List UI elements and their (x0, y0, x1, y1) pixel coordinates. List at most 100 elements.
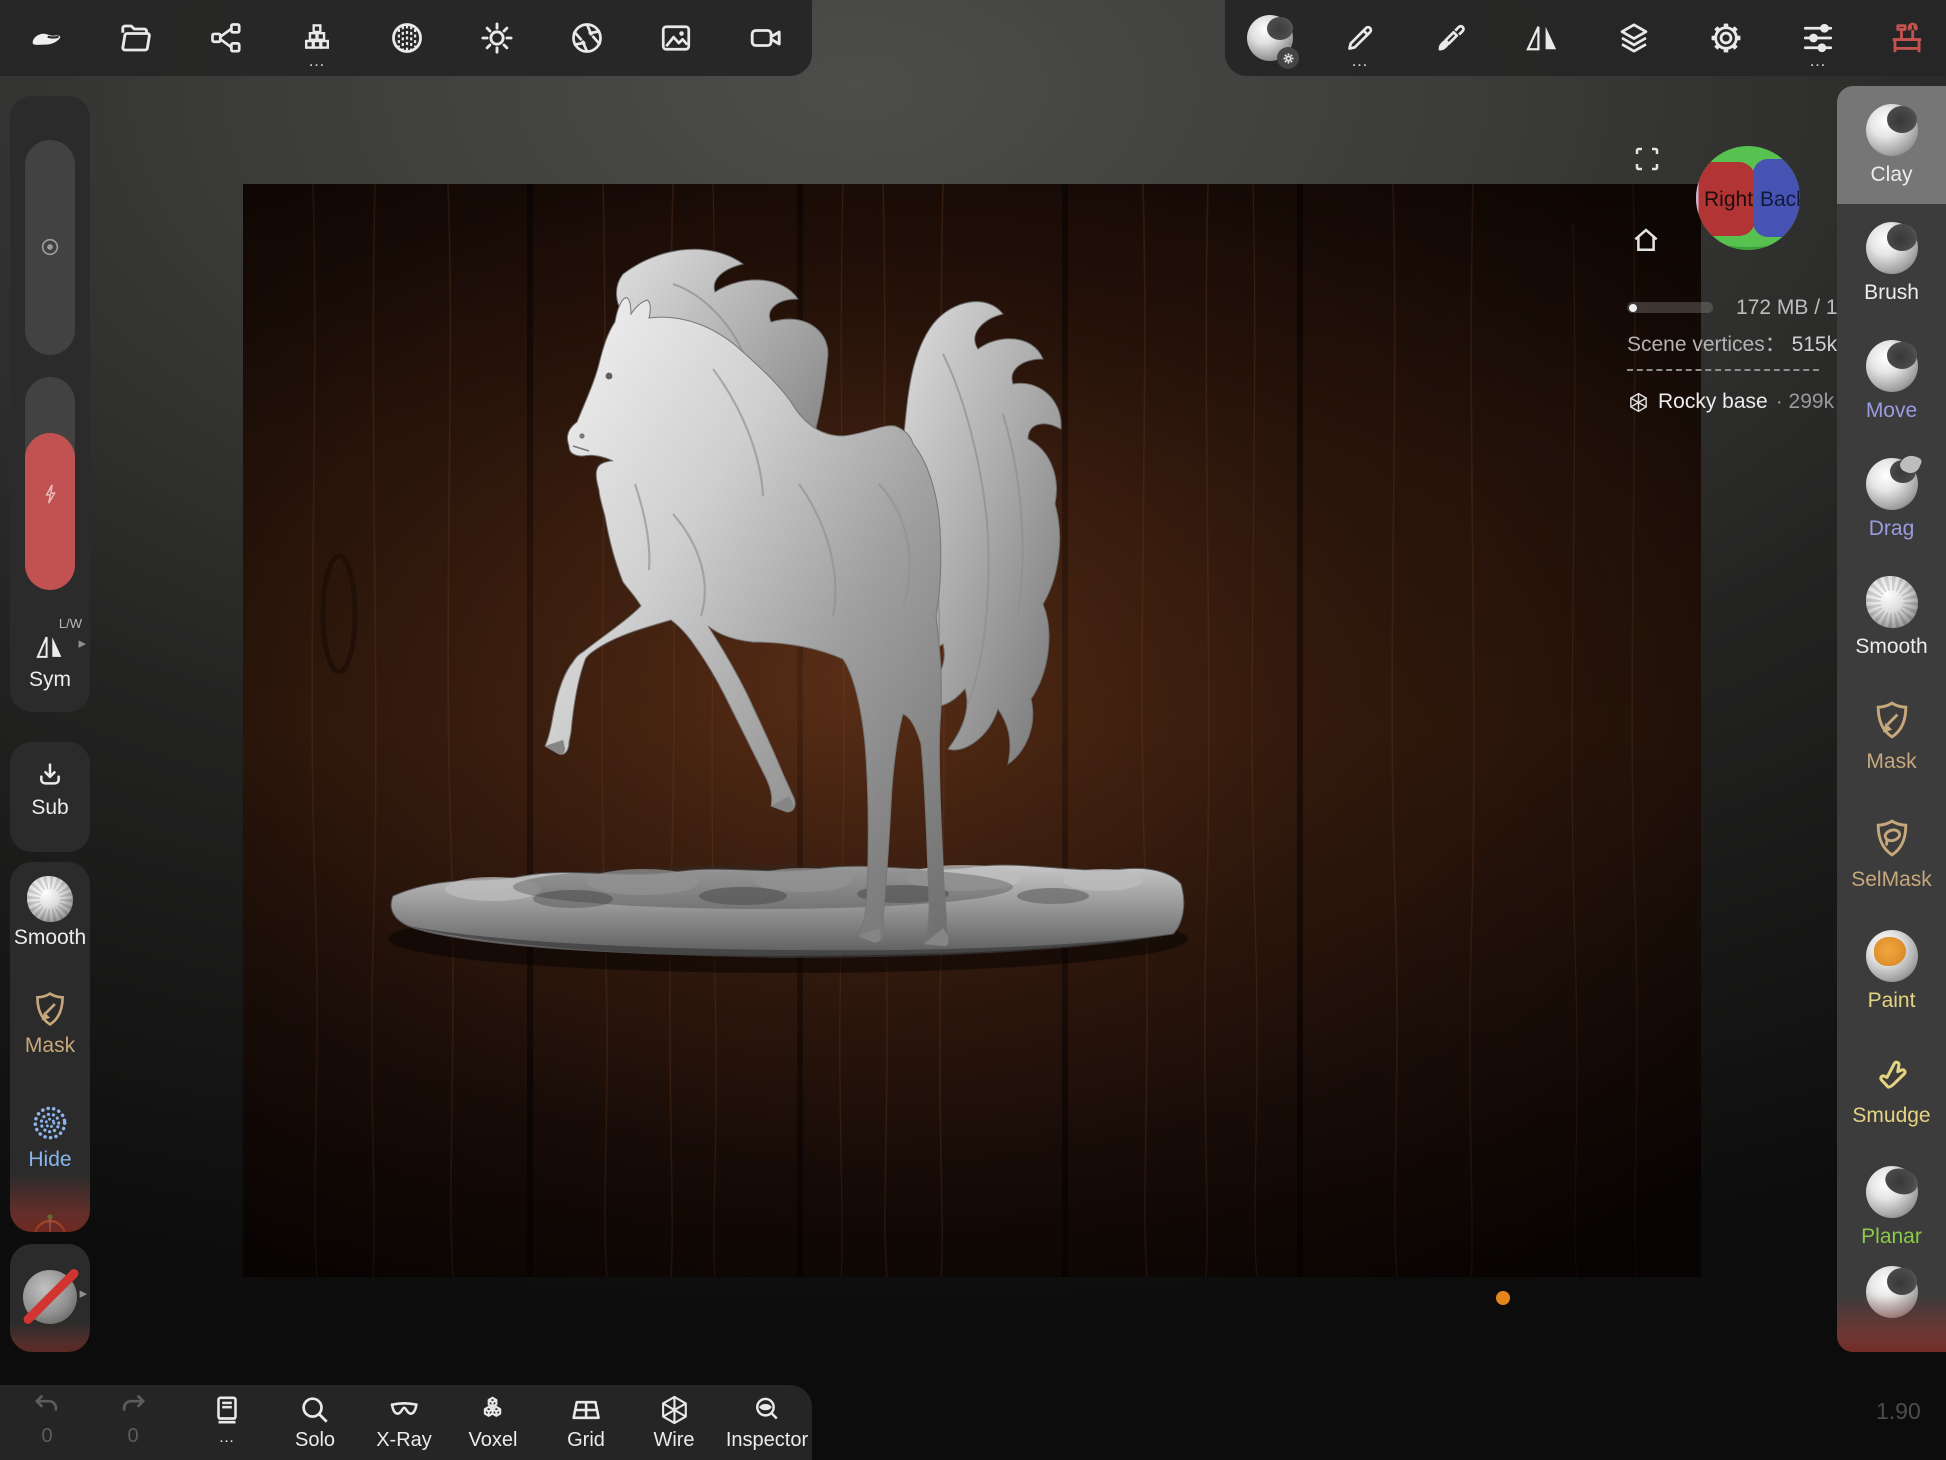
quick-tool-mask[interactable]: Mask (10, 988, 90, 1058)
tool-paint[interactable]: Paint (1837, 912, 1946, 1030)
hud-divider (1627, 369, 1819, 371)
mesh-sphere-icon[interactable] (389, 20, 425, 56)
brush-ball-icon (1866, 222, 1918, 274)
files-icon[interactable] (118, 20, 154, 56)
selmask-shield-icon (1869, 815, 1915, 861)
tool-mask[interactable]: Mask (1837, 676, 1946, 794)
quick-tool-gizmo-partial[interactable] (10, 1210, 90, 1232)
symmetry-expand-chevron[interactable]: ▸ (78, 636, 86, 651)
sub-button[interactable]: Sub (10, 760, 90, 820)
journal-more-indicator: … (210, 1429, 244, 1447)
tool-clay-label: Clay (1870, 163, 1912, 187)
tool-brush-label: Brush (1864, 281, 1919, 305)
postprocess-aperture-icon[interactable] (569, 20, 605, 56)
paintbrush-icon[interactable] (1433, 20, 1469, 56)
sculpt-viewport[interactable] (243, 184, 1701, 1277)
gizmo-back-label: Back (1760, 188, 1801, 211)
toolbox-icon[interactable] (1888, 19, 1926, 57)
sliders-more-indicator: … (1809, 56, 1827, 66)
paint-ball-icon (1866, 930, 1918, 982)
wire-button[interactable]: Wire (653, 1393, 694, 1452)
wireframe-icon (657, 1393, 691, 1427)
quick-tools-panel: Smooth Mask Hide (10, 862, 90, 1232)
quick-tool-smooth[interactable]: Smooth (10, 876, 90, 950)
stroke-settings-panel: L/W Sym ▸ (10, 96, 90, 712)
object-name: Rocky base (1658, 390, 1768, 414)
inspector-label: Inspector (726, 1429, 808, 1452)
sub-panel: Sub (10, 742, 90, 852)
mesh-object-icon (1627, 391, 1650, 414)
tool-selmask-label: SelMask (1851, 868, 1932, 892)
scene-graph-icon[interactable] (208, 20, 244, 56)
layers-icon[interactable] (1616, 20, 1652, 56)
smudge-finger-icon (1869, 1051, 1915, 1097)
memory-usage-bar (1627, 302, 1713, 313)
tool-move-label: Move (1866, 399, 1917, 423)
smooth-ball-icon (1866, 576, 1918, 628)
nomad-logo[interactable] (26, 18, 66, 58)
quick-hide-label: Hide (10, 1148, 90, 1172)
tool-smooth-label: Smooth (1855, 635, 1927, 659)
camera-video-icon[interactable] (748, 20, 784, 56)
settings-gear-icon[interactable] (1708, 20, 1744, 56)
tool-drag[interactable]: Drag (1837, 440, 1946, 558)
background-image-icon[interactable] (658, 20, 694, 56)
xray-button[interactable]: X-Ray (376, 1393, 432, 1452)
smooth-ball-icon (27, 876, 73, 922)
voxel-label: Voxel (469, 1429, 518, 1452)
selected-object-row[interactable]: Rocky base · 299k (1627, 390, 1834, 414)
material-matcap-button[interactable] (1247, 15, 1293, 61)
intensity-icon (40, 482, 60, 506)
top-right-toolbar: … (1225, 0, 1946, 76)
solo-magnifier-icon (298, 1393, 332, 1427)
app-version: 1.90 (1876, 1398, 1921, 1425)
symmetry-mirror-icon[interactable] (1524, 20, 1560, 56)
quick-mask-label: Mask (10, 1034, 90, 1058)
notification-dot (1496, 1291, 1510, 1305)
grid-button[interactable]: Grid (567, 1393, 605, 1452)
redo-button[interactable]: 0 (116, 1393, 150, 1448)
topology-more-indicator: … (308, 56, 326, 66)
viewport-scene (243, 184, 1701, 1277)
lighting-sun-icon[interactable] (479, 20, 515, 56)
symmetry-icon (33, 630, 67, 664)
tool-planar[interactable]: Planar (1837, 1148, 1946, 1266)
xray-label: X-Ray (376, 1429, 432, 1452)
inspector-eye-icon (750, 1393, 784, 1427)
tool-move[interactable]: Move (1837, 322, 1946, 440)
undo-button[interactable]: 0 (30, 1393, 64, 1448)
intensity-slider[interactable] (25, 377, 75, 590)
tool-clay[interactable]: Clay (1837, 86, 1946, 204)
home-view-icon[interactable] (1630, 224, 1662, 256)
radius-slider[interactable] (25, 140, 75, 355)
inspector-button[interactable]: Inspector (726, 1393, 808, 1452)
solo-label: Solo (295, 1429, 335, 1452)
orientation-gizmo[interactable]: Right Back (1695, 145, 1801, 251)
tool-smudge[interactable]: Smudge (1837, 1030, 1946, 1148)
mask-shield-icon (29, 988, 71, 1030)
fullscreen-icon[interactable] (1632, 144, 1662, 174)
tool-smudge-label: Smudge (1852, 1104, 1930, 1128)
matcap-crescent (1267, 17, 1293, 40)
tool-brush[interactable]: Brush (1837, 204, 1946, 322)
top-left-toolbar: … (0, 0, 812, 76)
history-journal-button[interactable]: … (210, 1393, 244, 1447)
sub-icon (34, 760, 66, 792)
partial-ball-icon (1866, 1266, 1918, 1318)
voxel-button[interactable]: Voxel (469, 1393, 518, 1452)
mask-shield-icon (1869, 697, 1915, 743)
move-ball-icon (1866, 340, 1918, 392)
sym-lw-label: L/W (10, 616, 90, 631)
grid-icon (569, 1393, 603, 1427)
drag-ball-icon (1866, 458, 1918, 510)
tool-selmask[interactable]: SelMask (1837, 794, 1946, 912)
tool-smooth[interactable]: Smooth (1837, 558, 1946, 676)
quick-tool-hide[interactable]: Hide (10, 1102, 90, 1172)
material-expand-chevron[interactable]: ▸ (79, 1286, 87, 1301)
tool-next-partial[interactable] (1837, 1266, 1946, 1352)
solo-button[interactable]: Solo (295, 1393, 335, 1452)
intensity-slider-fill (25, 433, 75, 590)
material-off-button[interactable] (23, 1270, 77, 1324)
material-override-panel: ▸ (10, 1244, 90, 1352)
scene-vertices-label: Scene vertices： (1627, 333, 1786, 356)
